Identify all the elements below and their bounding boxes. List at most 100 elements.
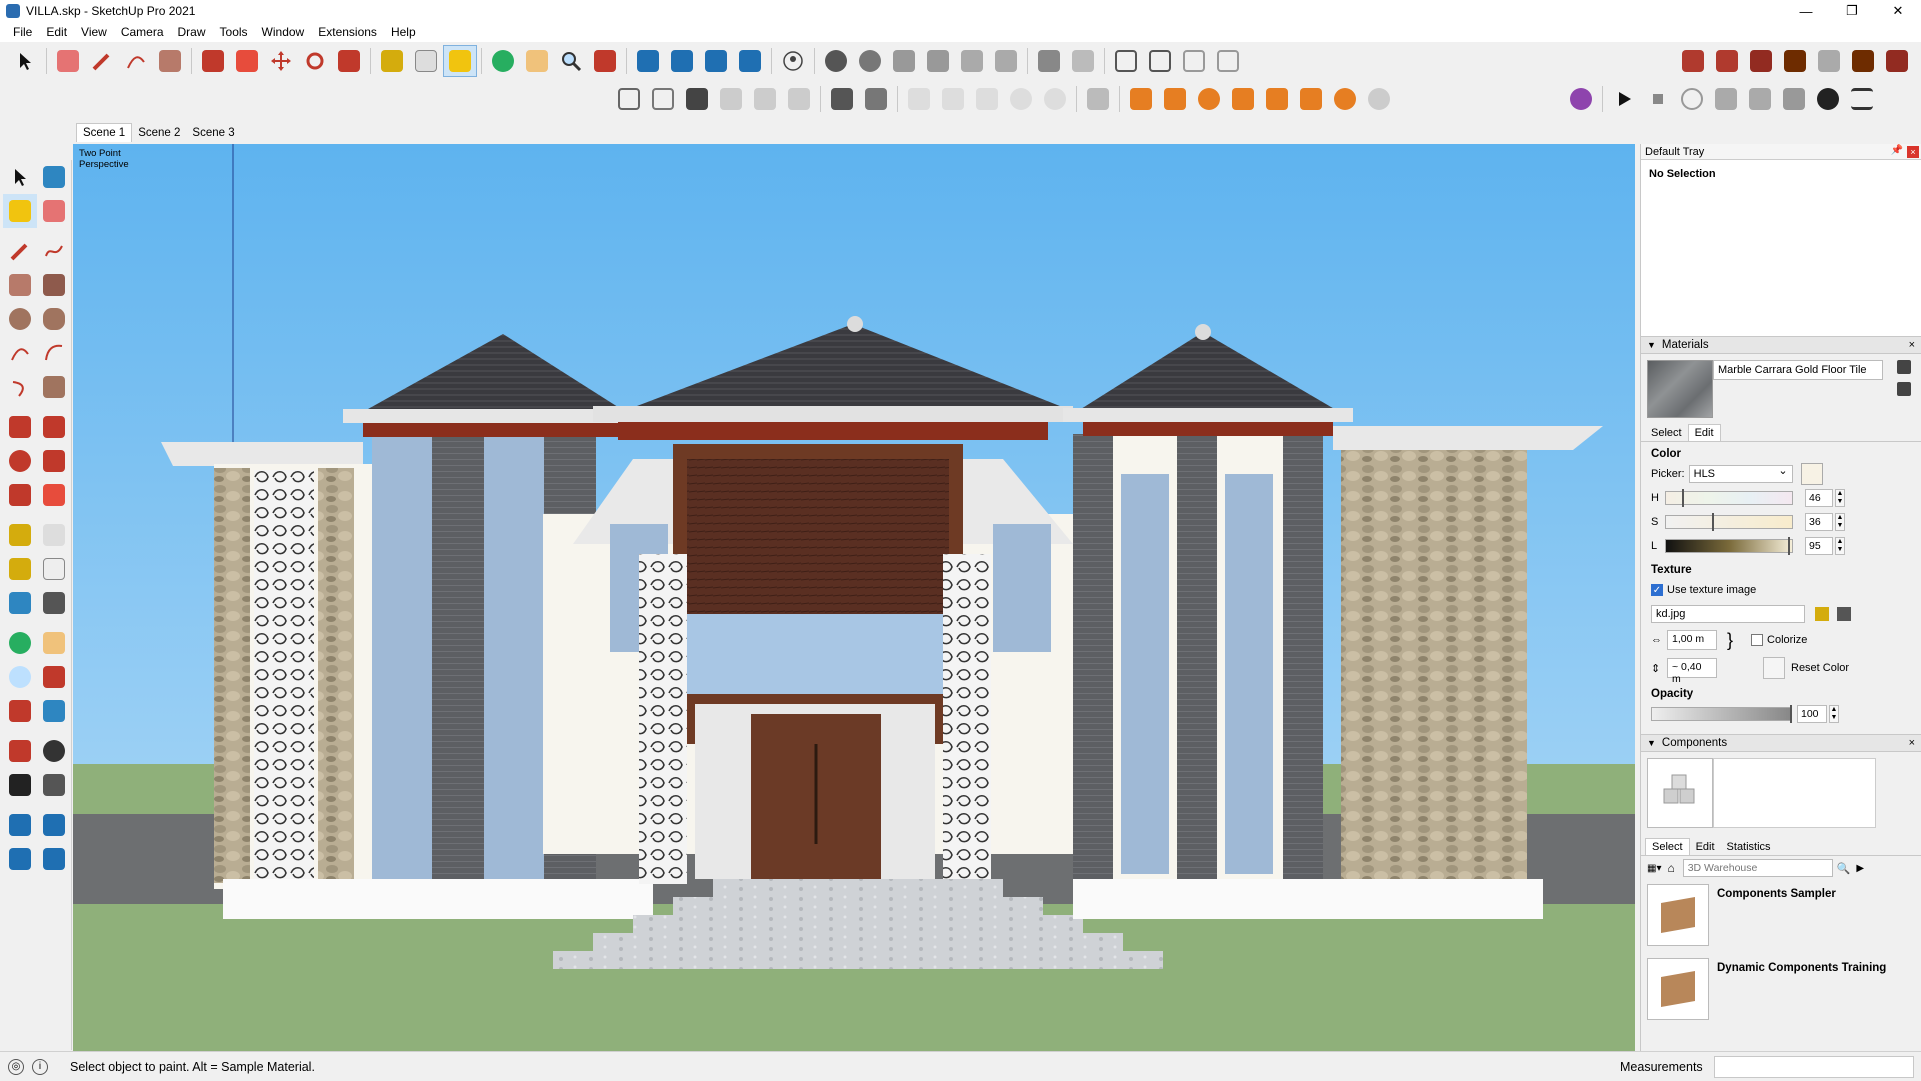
component-description-fields[interactable] (1713, 758, 1876, 828)
protractor-button[interactable] (3, 552, 37, 586)
xray-face-button[interactable] (902, 83, 936, 115)
hidden-line-button[interactable] (970, 83, 1004, 115)
material-name-field[interactable]: Marble Carrara Gold Floor Tile (1713, 360, 1883, 380)
tape-measure-button[interactable] (375, 45, 409, 77)
circle-button[interactable] (3, 302, 37, 336)
solid-box-button[interactable] (646, 83, 680, 115)
warehouse-left-button[interactable] (3, 808, 37, 842)
saturation-spinner[interactable]: ▲ ▼ (1835, 513, 1845, 531)
style-xray-button[interactable] (819, 45, 853, 77)
menu-draw[interactable]: Draw (171, 25, 213, 39)
move-tool-button[interactable] (264, 45, 298, 77)
rotate-left-button[interactable] (3, 444, 37, 478)
component-options-button[interactable] (1081, 83, 1115, 115)
texture-width-input[interactable]: 1,00 m (1667, 630, 1717, 650)
info-icon[interactable]: i (32, 1058, 48, 1075)
three-point-arc-button[interactable] (3, 370, 37, 404)
tab-materials-select[interactable]: Select (1645, 425, 1688, 441)
view-front-button[interactable] (1177, 45, 1211, 77)
zoom-window-button[interactable] (37, 660, 71, 694)
position-camera-button[interactable] (3, 734, 37, 768)
hue-slider[interactable] (1665, 489, 1793, 507)
lightness-spinner[interactable]: ▲ ▼ (1835, 537, 1845, 555)
line-left-button[interactable] (3, 234, 37, 268)
flip-edge-button[interactable] (782, 83, 816, 115)
dc-a-button[interactable] (1226, 83, 1260, 115)
walk-button[interactable] (3, 768, 37, 802)
offset-button[interactable] (37, 478, 71, 512)
create-material-icon[interactable] (1897, 360, 1911, 374)
layout-button[interactable] (699, 45, 733, 77)
menu-tools[interactable]: Tools (213, 25, 255, 39)
opacity-spinner[interactable]: ▲ ▼ (1829, 705, 1839, 723)
texture-file-input[interactable]: kd.jpg (1651, 605, 1805, 623)
default-paint-icon[interactable] (1897, 382, 1911, 396)
use-texture-checkbox[interactable]: ✓ (1651, 584, 1663, 596)
warehouse-search-input[interactable]: 3D Warehouse (1682, 859, 1833, 877)
ext-tool-3-button[interactable] (1744, 45, 1778, 77)
layout-left-button[interactable] (3, 842, 37, 876)
hue-spinner[interactable]: ▲ ▼ (1835, 489, 1845, 507)
dc-c-button[interactable] (1294, 83, 1328, 115)
rotate-tool-button[interactable] (298, 45, 332, 77)
components-close-button[interactable]: × (1909, 737, 1915, 749)
arc-tool-button[interactable] (119, 45, 153, 77)
ext-tool-5-button[interactable] (1812, 45, 1846, 77)
intersect-button[interactable] (859, 83, 893, 115)
view-top-button[interactable] (1143, 45, 1177, 77)
dc-b-button[interactable] (1260, 83, 1294, 115)
previous-view-button[interactable] (37, 694, 71, 728)
search-icon[interactable]: 🔍 (1837, 862, 1851, 875)
menu-view[interactable]: View (74, 25, 114, 39)
freehand-button[interactable] (37, 234, 71, 268)
section-cut-button[interactable] (921, 45, 955, 77)
extension-warehouse-button[interactable] (665, 45, 699, 77)
zoom-button[interactable] (554, 45, 588, 77)
ext-tool-6-button[interactable] (1846, 45, 1880, 77)
rectangle-left-button[interactable] (3, 268, 37, 302)
fog-button[interactable] (1066, 45, 1100, 77)
refresh-button[interactable] (1675, 83, 1709, 115)
outer-shell-button[interactable] (825, 83, 859, 115)
render-lights-button[interactable] (1811, 83, 1845, 115)
paint-bucket-button[interactable] (443, 45, 477, 77)
zoom-left-button[interactable] (3, 660, 37, 694)
extension-manager-left-button[interactable] (37, 842, 71, 876)
component-list-item[interactable]: Components Sampler (1641, 880, 1921, 954)
saturation-slider[interactable] (1665, 513, 1793, 531)
extension-warehouse-left-button[interactable] (37, 808, 71, 842)
ext-tool-4-button[interactable] (1778, 45, 1812, 77)
paint-bucket-left-button[interactable] (3, 194, 37, 228)
close-button[interactable]: ✕ (1875, 0, 1921, 22)
menu-file[interactable]: File (6, 25, 39, 39)
color-picker-select[interactable]: HLS (1688, 464, 1793, 483)
text-left-button[interactable] (37, 552, 71, 586)
shaded-button[interactable] (1004, 83, 1038, 115)
view-options-icon[interactable]: ▦▾ (1647, 863, 1661, 874)
edit-texture-icon[interactable] (1837, 607, 1851, 621)
pin-icon[interactable]: 📌 (1891, 145, 1903, 156)
line-tool-button[interactable] (85, 45, 119, 77)
texture-height-input[interactable]: ~ 0,40 m (1667, 658, 1717, 685)
tray-close-button[interactable]: × (1907, 146, 1919, 158)
pie-button[interactable] (37, 370, 71, 404)
warehouse-button[interactable] (631, 45, 665, 77)
pan-button[interactable] (520, 45, 554, 77)
eraser-tool-button[interactable] (51, 45, 85, 77)
move-left-button[interactable] (3, 410, 37, 444)
ext-tool-1-button[interactable] (1676, 45, 1710, 77)
render-app-button[interactable] (1564, 83, 1598, 115)
minimize-button[interactable]: — (1783, 0, 1829, 22)
ext-tool-7-button[interactable] (1880, 45, 1914, 77)
measurements-input[interactable] (1714, 1056, 1914, 1078)
dc-interact-button[interactable] (1124, 83, 1158, 115)
play-button[interactable] (1607, 83, 1641, 115)
dc-d-button[interactable] (1328, 83, 1362, 115)
account-button[interactable] (776, 45, 810, 77)
follow-me-left-button[interactable] (37, 444, 71, 478)
dc-attributes-button[interactable] (1192, 83, 1226, 115)
orbit-left-button[interactable] (3, 626, 37, 660)
push-pull-left-button[interactable] (37, 410, 71, 444)
arc-left-button[interactable] (3, 336, 37, 370)
ext-tool-2-button[interactable] (1710, 45, 1744, 77)
